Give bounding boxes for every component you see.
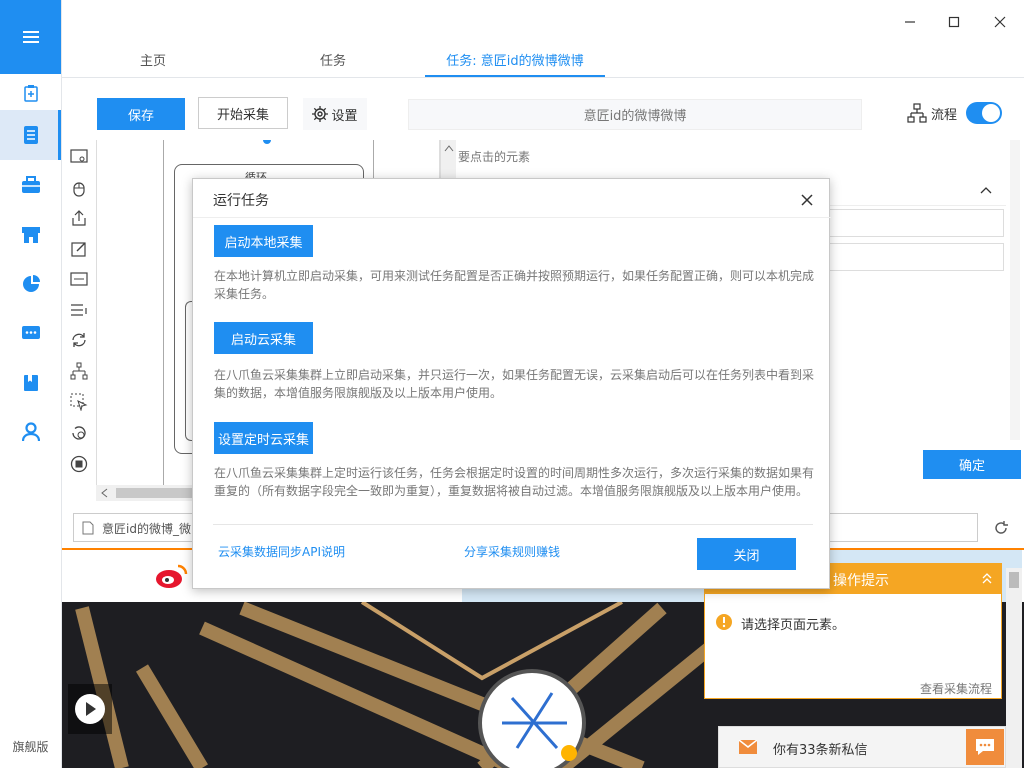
sidebar-item-briefcase[interactable] bbox=[0, 160, 61, 210]
reload-button[interactable] bbox=[988, 515, 1014, 541]
sidebar-item-store[interactable] bbox=[0, 210, 61, 260]
schedule-description: 在八爪鱼云采集集群上定时运行该任务，任务会根据定时设置的时间周期性多次运行，多次… bbox=[214, 466, 815, 498]
menu-button[interactable] bbox=[0, 0, 61, 74]
tab-current-task[interactable]: 任务: 意匠id的微博微博 bbox=[425, 50, 605, 76]
edition-label: 旗舰版 bbox=[12, 740, 49, 754]
sidebar-item-tutorial[interactable] bbox=[0, 358, 61, 408]
weibo-logo-icon bbox=[156, 564, 188, 588]
page-icon bbox=[82, 521, 94, 535]
panel-scrollbar[interactable] bbox=[1010, 140, 1020, 440]
tab-divider bbox=[62, 77, 1024, 78]
user-icon bbox=[21, 422, 40, 442]
run-task-dialog: 运行任务 启动本地采集 在本地计算机立即启动采集，可用来测试任务配置是否正确并按… bbox=[192, 178, 831, 589]
gear-icon bbox=[312, 106, 329, 122]
save-button[interactable]: 保存 bbox=[97, 98, 185, 130]
flow-connector bbox=[263, 140, 271, 144]
tool-captcha-icon[interactable] bbox=[68, 268, 90, 290]
panel-field-2[interactable] bbox=[826, 243, 1004, 271]
tab-home[interactable]: 主页 bbox=[103, 50, 203, 76]
flowchart-icon bbox=[907, 103, 927, 123]
tool-click-icon[interactable] bbox=[68, 177, 90, 199]
tool-select-icon[interactable] bbox=[68, 391, 90, 413]
panel-header: 要点击的元素 bbox=[458, 150, 531, 164]
tool-loop-icon[interactable] bbox=[68, 329, 90, 351]
task-name-field[interactable]: 意匠id的微博微博 bbox=[408, 99, 862, 130]
window-controls bbox=[870, 10, 1020, 34]
canvas-guide-left bbox=[163, 140, 164, 485]
maximize-button[interactable] bbox=[942, 10, 966, 34]
collapse-icon[interactable] bbox=[981, 572, 993, 584]
url-text: 意匠id的微博_微 bbox=[102, 522, 191, 536]
hint-message: 请选择页面元素。 bbox=[741, 618, 846, 633]
confirm-button[interactable]: 确定 bbox=[923, 450, 1021, 479]
close-icon bbox=[801, 194, 813, 206]
tool-branch-icon[interactable] bbox=[68, 360, 90, 382]
flow-toggle-group: 流程 bbox=[907, 102, 957, 124]
local-description: 在本地计算机立即启动采集，可用来测试任务配置是否正确并按照预期运行，如果任务配置… bbox=[214, 269, 815, 301]
dialog-footer-divider bbox=[213, 524, 813, 525]
message-text: 你有33条新私信 bbox=[773, 743, 868, 758]
refresh-icon bbox=[995, 521, 1008, 534]
settings-button[interactable]: 设置 bbox=[303, 98, 367, 130]
pie-chart-icon bbox=[22, 275, 40, 292]
play-icon bbox=[75, 694, 105, 724]
chat-icon bbox=[21, 326, 40, 339]
settings-label: 设置 bbox=[331, 108, 358, 124]
start-local-button[interactable]: 启动本地采集 bbox=[214, 225, 313, 257]
tab-tasks[interactable]: 任务 bbox=[283, 50, 383, 76]
tool-stop-icon[interactable] bbox=[68, 453, 90, 475]
tool-input-icon[interactable] bbox=[68, 238, 90, 260]
flow-toggle-switch[interactable] bbox=[966, 102, 1002, 124]
tool-list-icon[interactable] bbox=[68, 299, 90, 321]
cloud-description: 在八爪鱼云采集集群上立即启动采集，并只运行一次，如果任务配置无误，云采集启动后可… bbox=[214, 368, 815, 400]
close-button[interactable] bbox=[988, 10, 1012, 34]
book-icon bbox=[23, 375, 38, 391]
task-add-icon bbox=[23, 85, 38, 102]
open-messages-button[interactable] bbox=[966, 729, 1004, 765]
dialog-divider bbox=[193, 217, 831, 218]
chevron-up-icon bbox=[980, 187, 992, 194]
sidebar-item-stats[interactable] bbox=[0, 259, 61, 309]
page-scroll-thumb[interactable] bbox=[1009, 572, 1019, 588]
dialog-title: 运行任务 bbox=[213, 193, 269, 209]
dialog-close-button[interactable] bbox=[797, 190, 817, 210]
sidebar-item-account[interactable] bbox=[0, 407, 61, 457]
share-rules-link[interactable]: 分享采集规则赚钱 bbox=[464, 543, 560, 560]
sidebar: 旗舰版 bbox=[0, 0, 62, 768]
sidebar-item-tasks[interactable] bbox=[0, 110, 61, 160]
hint-title: 操作提示 bbox=[833, 573, 889, 589]
toggle-knob bbox=[982, 104, 1000, 122]
start-collect-button[interactable]: 开始采集 bbox=[198, 97, 288, 129]
message-notification[interactable]: 你有33条新私信 bbox=[718, 726, 1006, 768]
tool-screen-icon[interactable] bbox=[68, 146, 90, 168]
tool-refresh-icon[interactable] bbox=[68, 422, 90, 444]
sidebar-item-messages[interactable] bbox=[0, 309, 61, 359]
start-cloud-button[interactable]: 启动云采集 bbox=[214, 322, 313, 354]
briefcase-icon bbox=[21, 176, 40, 193]
hamburger-icon bbox=[22, 31, 39, 43]
chat-bubble-icon bbox=[976, 739, 994, 755]
minimize-icon bbox=[905, 21, 915, 23]
store-icon bbox=[21, 227, 40, 243]
tool-column bbox=[62, 140, 96, 485]
api-doc-link[interactable]: 云采集数据同步API说明 bbox=[218, 543, 345, 560]
warning-icon bbox=[716, 614, 732, 630]
minimize-button[interactable] bbox=[898, 10, 922, 34]
flow-label: 流程 bbox=[931, 107, 958, 123]
close-dialog-button[interactable]: 关闭 bbox=[697, 538, 796, 570]
view-flow-link[interactable]: 查看采集流程 bbox=[920, 680, 992, 697]
mail-icon bbox=[739, 740, 757, 754]
tool-extract-icon[interactable] bbox=[68, 207, 90, 229]
app-window: 旗舰版 主页 任务 任务: 意匠id的微博微博 保存 开始采集 设置 意匠id的… bbox=[0, 0, 1024, 768]
close-icon bbox=[994, 16, 1006, 28]
panel-field-1[interactable] bbox=[826, 209, 1004, 237]
document-icon bbox=[23, 126, 38, 144]
page-scrollbar[interactable] bbox=[1006, 568, 1022, 768]
maximize-icon bbox=[948, 16, 960, 28]
schedule-cloud-button[interactable]: 设置定时云采集 bbox=[214, 422, 313, 454]
video-play-button[interactable] bbox=[68, 684, 112, 734]
